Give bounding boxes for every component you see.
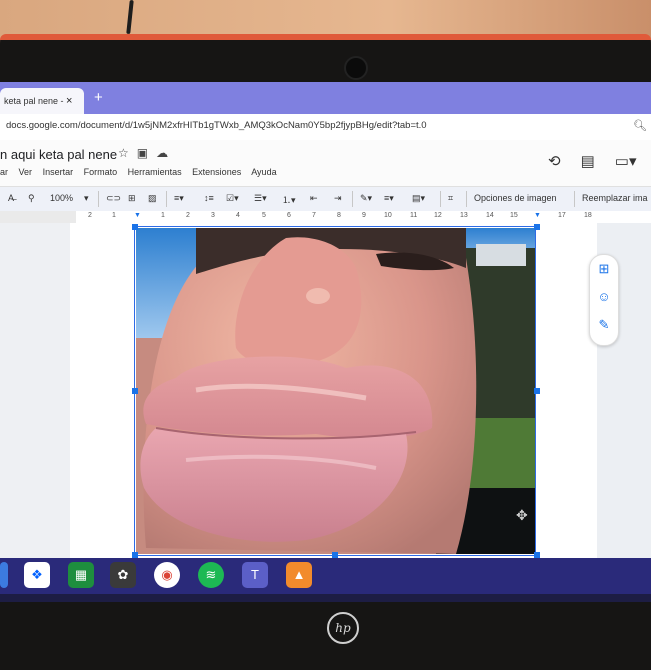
laptop-lid-edge xyxy=(0,34,651,40)
ruler-indent-marker[interactable]: ▼ xyxy=(534,212,541,219)
crop-icon[interactable]: ⌗ xyxy=(448,193,453,204)
ruler-tick: 11 xyxy=(410,212,418,219)
image-options-button[interactable]: Opciones de imagen xyxy=(474,193,557,203)
menu-item-archivo[interactable]: ar xyxy=(0,167,8,177)
pen-icon[interactable]: ✎▾ xyxy=(360,193,372,204)
border-dash-icon[interactable]: ▤▾ xyxy=(412,193,425,204)
menu-item-ver[interactable]: Ver xyxy=(19,167,33,177)
ruler-tick: 12 xyxy=(434,212,442,219)
comments-icon[interactable]: ▤ xyxy=(581,153,595,170)
add-comment-icon[interactable]: ⊞ xyxy=(590,255,618,283)
zoom-dropdown-icon[interactable]: ▾ xyxy=(84,193,89,204)
toolbar: A̶ ⚲ 100% ▾ ⊂⊃ ⊞ ▨ ≡▾ ↕≡ ☑▾ ☰▾ ⒈▾ ⇤ ⇥ ✎▾… xyxy=(0,186,651,212)
url-text[interactable]: docs.google.com/document/d/1w5jNM2xfrHIT… xyxy=(6,120,427,131)
address-bar[interactable]: docs.google.com/document/d/1w5jNM2xfrHIT… xyxy=(0,114,651,141)
move-folder-icon[interactable]: ▣ xyxy=(137,146,156,160)
ruler-tick: 15 xyxy=(510,212,518,219)
insert-image-icon[interactable]: ▨ xyxy=(148,193,157,204)
resize-handle-left[interactable] xyxy=(132,388,138,394)
menu-item-formato[interactable]: Formato xyxy=(84,167,118,177)
ruler-tick: 7 xyxy=(312,212,316,219)
add-comment-icon[interactable]: ⊞ xyxy=(128,193,136,204)
ruler-tick: 13 xyxy=(460,212,468,219)
spellcheck-icon[interactable]: A̶ xyxy=(8,193,14,203)
resize-handle-top-right[interactable] xyxy=(534,224,540,230)
teams-icon[interactable]: T xyxy=(242,562,268,588)
history-icon[interactable]: ⟲ xyxy=(548,153,561,170)
ruler-tick: 3 xyxy=(211,212,215,219)
webcam xyxy=(344,56,368,80)
floating-actions: ⊞ ☺ ✎ xyxy=(589,254,619,346)
star-icon[interactable]: ☆ xyxy=(118,146,137,160)
ruler-tick: 2 xyxy=(88,212,92,219)
sheets-icon[interactable]: ▦ xyxy=(68,562,94,588)
divider xyxy=(98,191,99,207)
app-icon[interactable] xyxy=(0,562,8,588)
ruler-tick: 1 xyxy=(161,212,165,219)
ruler-tick: 2 xyxy=(186,212,190,219)
ruler-gutter xyxy=(0,211,76,223)
increase-indent-icon[interactable]: ⇥ xyxy=(334,193,342,204)
taskbar-edge xyxy=(0,594,651,602)
brand-logo: hp xyxy=(327,612,359,644)
ruler-tick: 18 xyxy=(584,212,592,219)
resize-handle-top-left[interactable] xyxy=(132,224,138,230)
resize-handle-right[interactable] xyxy=(534,388,540,394)
photos-icon[interactable]: ✿ xyxy=(110,562,136,588)
replace-image-button[interactable]: Reemplazar ima xyxy=(582,193,648,203)
menu-bar: ar Ver Insertar Formato Herramientas Ext… xyxy=(0,167,285,177)
ruler-tick: 5 xyxy=(262,212,266,219)
ruler-tick: 9 xyxy=(362,212,366,219)
bulleted-list-icon[interactable]: ☰▾ xyxy=(254,193,267,204)
suggest-edit-icon[interactable]: ✎ xyxy=(590,311,618,339)
ruler-tick: 1 xyxy=(112,212,116,219)
doc-title[interactable]: n aqui keta pal nene xyxy=(0,147,117,162)
menu-item-herramientas[interactable]: Herramientas xyxy=(128,167,182,177)
tab-title: keta pal nene - xyxy=(4,96,64,106)
cloud-status-icon[interactable]: ☁ xyxy=(156,146,176,160)
border-weight-icon[interactable]: ≡▾ xyxy=(384,193,394,204)
header-actions: ⟲ ▤ ▭▾ xyxy=(548,152,651,170)
ruler-tick: 14 xyxy=(486,212,494,219)
numbered-list-icon[interactable]: ⒈▾ xyxy=(282,193,296,206)
meet-icon[interactable]: ▭▾ xyxy=(615,153,637,170)
checklist-icon[interactable]: ☑▾ xyxy=(226,193,239,204)
tab-close-button[interactable]: × xyxy=(66,88,78,114)
ruler-tick: 17 xyxy=(558,212,566,219)
divider xyxy=(352,191,353,207)
ruler-tick: 4 xyxy=(236,212,240,219)
search-icon[interactable]: 🔍︎ xyxy=(633,119,647,132)
image-selection-box xyxy=(134,226,536,556)
emoji-reaction-icon[interactable]: ☺ xyxy=(590,283,618,311)
divider xyxy=(574,191,575,207)
taskbar: ❖ ▦ ✿ ◉ ≋ T ▲ xyxy=(0,558,651,594)
left-margin xyxy=(0,223,70,558)
spotify-icon[interactable]: ≋ xyxy=(198,562,224,588)
ruler-tick: 6 xyxy=(287,212,291,219)
menu-item-insertar[interactable]: Insertar xyxy=(43,167,74,177)
link-icon[interactable]: ⊂⊃ xyxy=(106,193,121,204)
zoom-select[interactable]: 100% xyxy=(50,193,73,203)
pixlr-icon[interactable]: ▲ xyxy=(286,562,312,588)
ruler-tick: 8 xyxy=(337,212,341,219)
new-tab-button[interactable]: + xyxy=(94,88,103,108)
chrome-icon[interactable]: ◉ xyxy=(154,562,180,588)
paint-format-icon[interactable]: ⚲ xyxy=(28,193,35,204)
line-spacing-icon[interactable]: ↕≡ xyxy=(204,193,214,203)
divider xyxy=(466,191,467,207)
menu-item-ayuda[interactable]: Ayuda xyxy=(251,167,276,177)
divider xyxy=(166,191,167,207)
ruler-indent-marker[interactable]: ▼ xyxy=(134,212,141,219)
screen: keta pal nene - × + docs.google.com/docu… xyxy=(0,82,651,602)
tab-bar: keta pal nene - × + xyxy=(0,82,651,114)
doc-header: n aqui keta pal nene ☆▣☁ ar Ver Insertar… xyxy=(0,140,651,186)
title-icons: ☆▣☁ xyxy=(118,146,176,160)
menu-item-extensiones[interactable]: Extensiones xyxy=(192,167,241,177)
ruler-tick: 10 xyxy=(384,212,392,219)
divider xyxy=(440,191,441,207)
align-icon[interactable]: ≡▾ xyxy=(174,193,184,204)
decrease-indent-icon[interactable]: ⇤ xyxy=(310,193,318,204)
dropbox-icon[interactable]: ❖ xyxy=(24,562,50,588)
cable xyxy=(126,0,134,35)
